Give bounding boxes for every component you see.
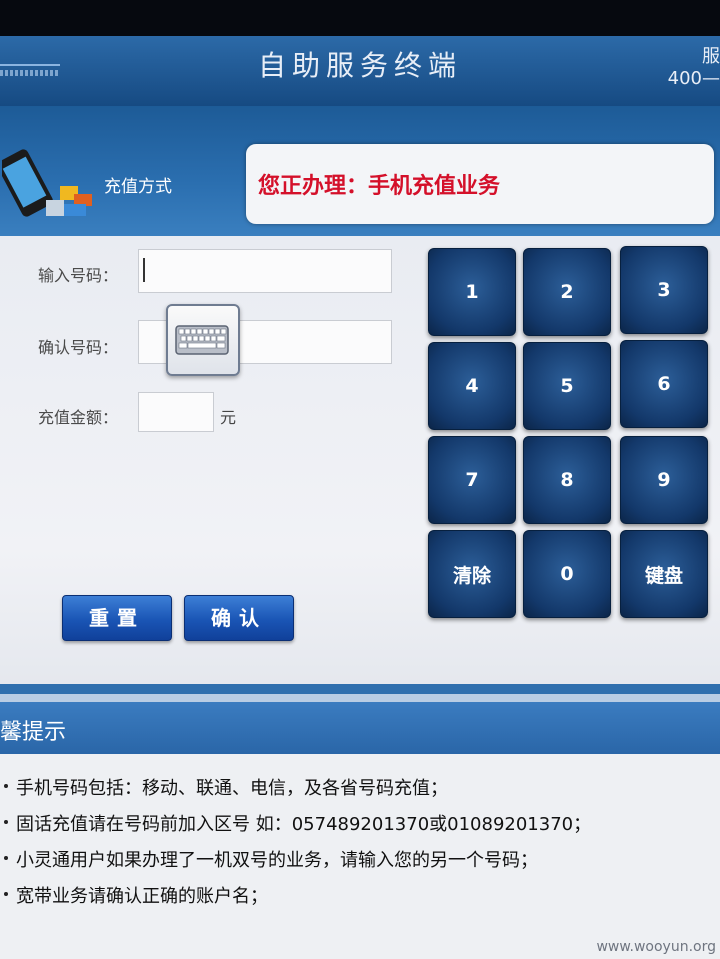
phone-icon (2, 149, 92, 217)
amount-label: 充值金额： (38, 408, 119, 427)
header-right-text: 服 (702, 46, 720, 67)
phone-number-input[interactable] (138, 249, 392, 293)
amount-input[interactable] (138, 392, 214, 432)
amount-unit: 元 (220, 408, 237, 427)
key-1[interactable]: 1 (428, 248, 516, 336)
tips-panel: 手机号码包括：移动、联通、电信，及各省号码充值； 固话充值请在号码前加入区号 如… (0, 754, 720, 959)
watermark: www.wooyun.org (596, 939, 716, 955)
phone-number-label: 输入号码： (38, 266, 119, 285)
tip-item: 固话充值请在号码前加入区号 如：057489201370或01089201370… (3, 810, 591, 836)
confirm-button[interactable]: 确认 (184, 595, 294, 641)
keyboard-icon (175, 325, 229, 355)
header-bar: 自助服务终端 服 400— (0, 36, 720, 106)
tip-item: 宽带业务请确认正确的账户名； (4, 882, 268, 908)
service-notice: 您正办理：手机充值业务 (246, 144, 714, 224)
tips-header: 馨提示 (0, 702, 720, 754)
reset-button[interactable]: 重置 (62, 595, 172, 641)
key-6[interactable]: 6 (620, 340, 708, 428)
tips-title: 馨提示 (0, 720, 67, 745)
key-9[interactable]: 9 (620, 436, 708, 524)
text-caret (143, 258, 145, 282)
header-hotline: 400— (667, 68, 720, 89)
service-notice-text: 您正办理：手机充值业务 (258, 174, 501, 199)
divider-light (0, 694, 720, 702)
key-3[interactable]: 3 (620, 246, 708, 334)
recharge-method-label: 充值方式 (104, 177, 172, 197)
key-clear[interactable]: 清除 (428, 530, 516, 618)
confirm-number-label: 确认号码： (38, 338, 119, 357)
tip-item: 小灵通用户如果办理了一机双号的业务，请输入您的另一个号码； (4, 846, 538, 872)
bezel-top (0, 0, 720, 36)
keyboard-popup-button[interactable] (166, 304, 240, 376)
key-5[interactable]: 5 (523, 342, 611, 430)
key-4[interactable]: 4 (428, 342, 516, 430)
key-keyboard[interactable]: 键盘 (620, 530, 708, 618)
key-7[interactable]: 7 (428, 436, 516, 524)
page-title: 自助服务终端 (257, 49, 462, 82)
divider (0, 684, 720, 694)
tip-item: 手机号码包括：移动、联通、电信，及各省号码充值； (4, 774, 448, 800)
key-2[interactable]: 2 (523, 248, 611, 336)
key-8[interactable]: 8 (523, 436, 611, 524)
key-0[interactable]: 0 (523, 530, 611, 618)
